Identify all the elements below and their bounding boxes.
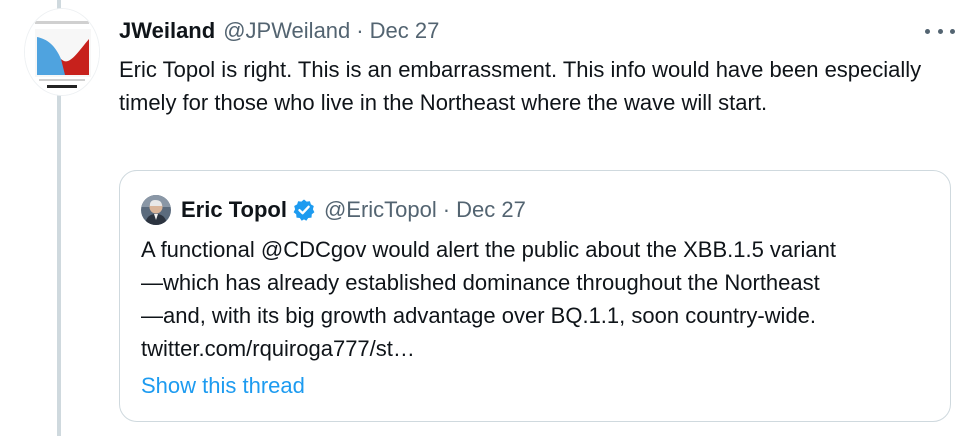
quoted-author-handle: @EricTopol (323, 197, 437, 222)
tweet-date[interactable]: Dec 27 (370, 18, 440, 44)
verified-badge-icon (292, 198, 316, 222)
person-avatar-icon (141, 195, 171, 225)
more-dot (950, 28, 955, 34)
avatar-chart-thumbnail (25, 9, 99, 95)
more-dot (937, 28, 943, 34)
more-dots-icon[interactable] (925, 24, 955, 38)
quoted-text-line: —and, with its big growth advantage over… (141, 303, 817, 328)
quoted-author-avatar (141, 195, 171, 225)
quoted-author-display-name: Eric Topol (181, 197, 287, 222)
tweet-header: JWeiland @JPWeiland · Dec 27 (119, 16, 439, 46)
author-display-name[interactable]: JWeiland (119, 18, 215, 44)
quoted-header-separator: · (442, 197, 451, 222)
quoted-text-line: A functional @CDCgov would alert the pub… (141, 237, 836, 262)
quoted-text-line: —which has already established dominance… (141, 270, 820, 295)
quoted-tweet-header: Eric Topol @EricTopol · Dec 27 (141, 195, 526, 225)
author-handle[interactable]: @JPWeiland (223, 18, 350, 44)
more-dot (925, 28, 930, 34)
quoted-tweet-card[interactable]: Eric Topol @EricTopol · Dec 27 A functio… (119, 170, 951, 422)
quoted-tweet-text: A functional @CDCgov would alert the pub… (141, 233, 941, 365)
header-separator: · (356, 18, 364, 43)
quoted-link-line: twitter.com/rquiroga777/st… (141, 336, 415, 361)
avatar[interactable] (24, 8, 100, 96)
quoted-tweet-date: Dec 27 (456, 197, 526, 222)
tweet-text: Eric Topol is right. This is an embarras… (119, 57, 922, 115)
show-thread-link[interactable]: Show this thread (141, 373, 305, 399)
